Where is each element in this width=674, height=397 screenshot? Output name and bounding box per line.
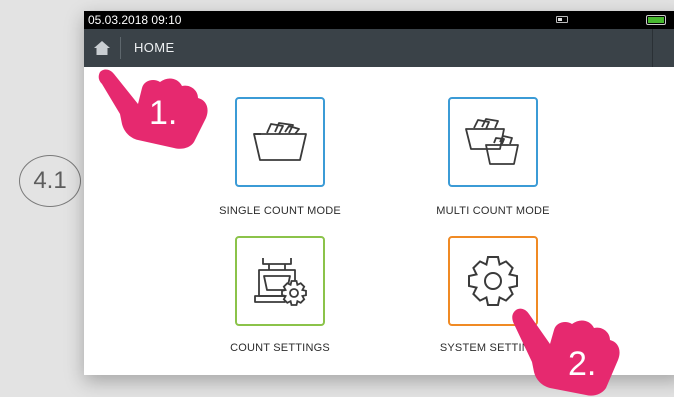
battery-icon [646,15,666,25]
count-settings-label: COUNT SETTINGS [230,342,330,354]
gear-icon [468,256,518,306]
step-number-text: 4.1 [33,167,67,194]
single-count-mode-button[interactable] [235,97,325,187]
multi-count-mode-button[interactable] [448,97,538,187]
small-battery-icon [556,16,568,23]
nav-divider-right [652,29,653,67]
nav-divider [120,37,121,59]
single-count-mode-label: SINGLE COUNT MODE [219,205,341,217]
scale-gear-icon [254,258,307,306]
callout-label-2: 2. [568,345,597,383]
home-icon [94,41,110,55]
status-datetime: 05.03.2018 09:10 [88,13,182,27]
page-title: HOME [134,40,175,55]
single-tray-icon [253,122,307,161]
multi-tray-icon [465,118,519,165]
count-settings-button[interactable] [235,236,325,326]
navigation-bar: HOME [84,29,674,67]
callout-label-1: 1. [149,94,178,132]
status-bar: 05.03.2018 09:10 [84,11,674,29]
multi-count-mode-label: MULTI COUNT MODE [436,205,550,217]
step-number-marker: 4.1 [19,155,81,207]
pointing-hand-icon-2 [512,308,620,396]
home-button[interactable] [84,29,120,67]
